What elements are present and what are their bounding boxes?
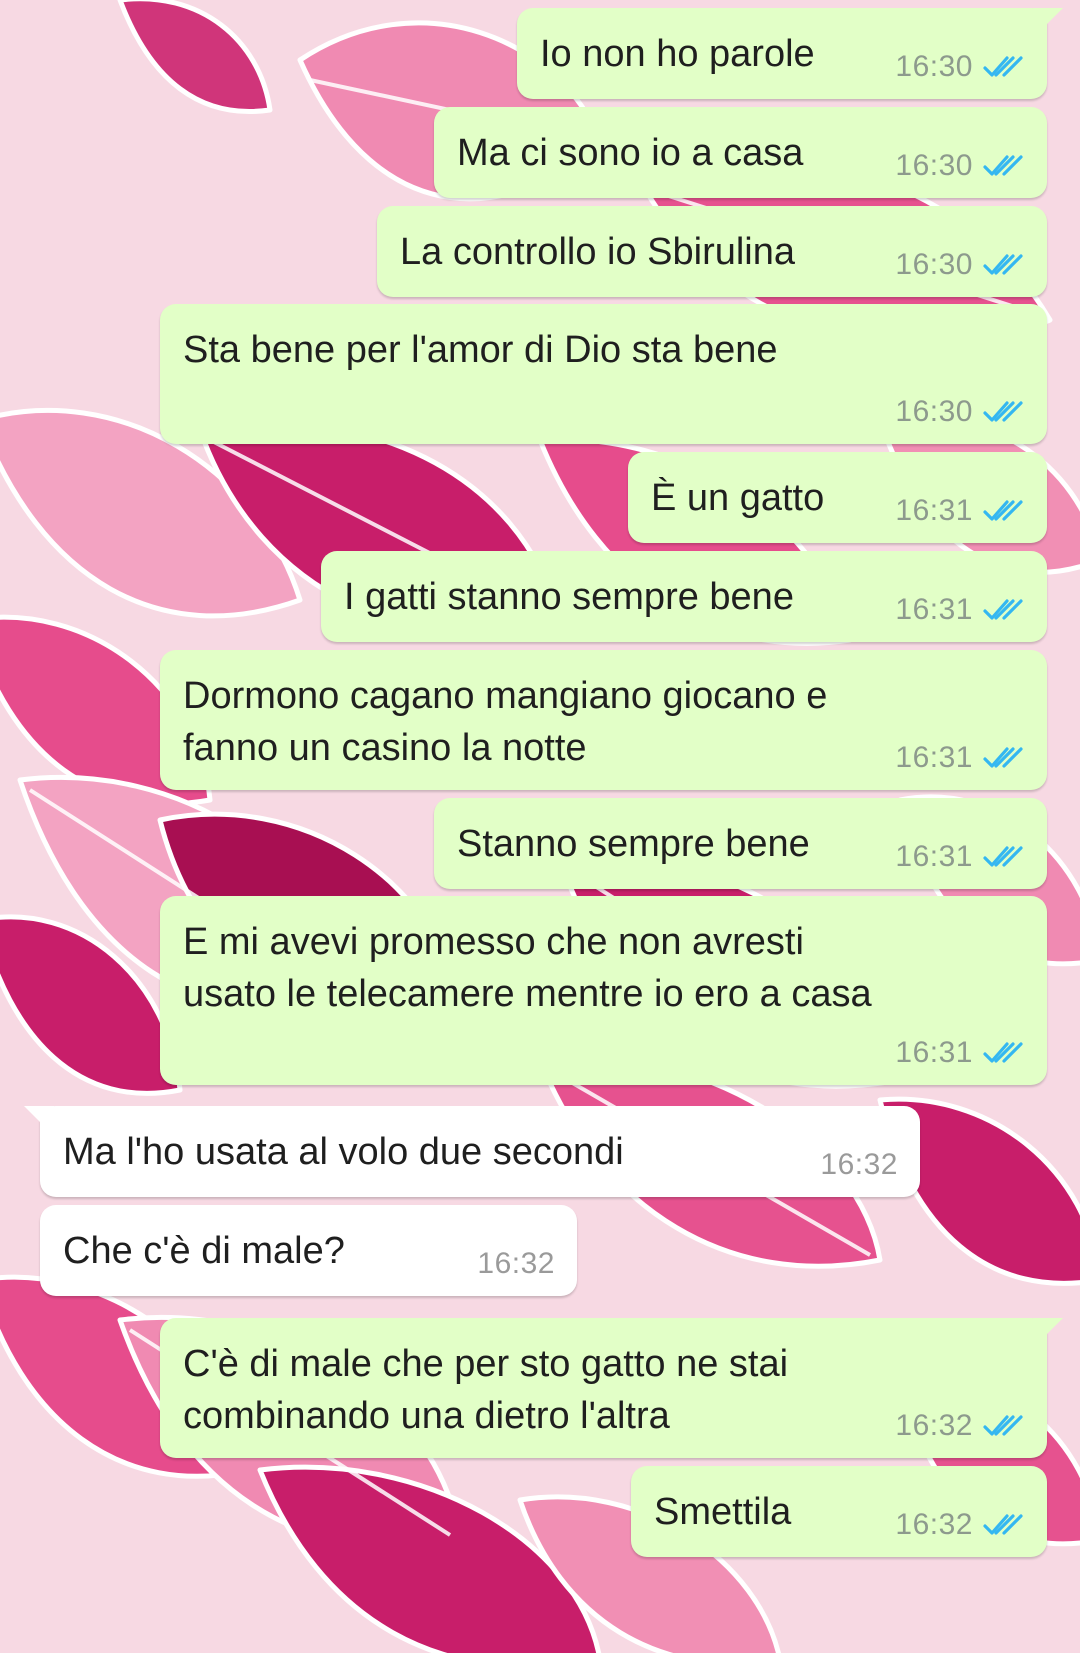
outgoing-message-bubble[interactable]: È un gatto 16:31 — [628, 452, 1047, 543]
message-meta: 16:31 — [895, 590, 1025, 630]
outgoing-message-bubble[interactable]: Ma ci sono io a casa 16:30 — [434, 107, 1047, 198]
message-timestamp: 16:31 — [895, 1036, 973, 1069]
message-timestamp: 16:31 — [895, 840, 973, 873]
outgoing-message-bubble[interactable]: C'è di male che per sto gatto ne stai co… — [160, 1318, 1047, 1458]
outgoing-message-bubble[interactable]: E mi avevi promesso che non avresti usat… — [160, 896, 1047, 1085]
double-check-icon — [983, 54, 1025, 80]
outgoing-message-bubble[interactable]: Stanno sempre bene 16:31 — [434, 798, 1047, 889]
message-timestamp: 16:30 — [895, 50, 973, 83]
double-check-icon — [983, 153, 1025, 179]
message-timestamp: 16:32 — [895, 1508, 973, 1541]
message-timestamp: 16:32 — [895, 1409, 973, 1442]
outgoing-message-bubble[interactable]: Io non ho parole 16:30 — [517, 8, 1047, 99]
message-text: La controllo io Sbirulina — [400, 231, 796, 273]
message-meta: 16:30 — [895, 392, 1025, 432]
message-text: Sta bene per l'amor di Dio sta bene — [183, 329, 778, 371]
message-text: I gatti stanno sempre bene — [344, 576, 794, 618]
message-text: Dormono cagano mangiano giocano e fanno … — [183, 675, 828, 769]
double-check-icon — [983, 498, 1025, 524]
outgoing-message-bubble[interactable]: La controllo io Sbirulina 16:30 — [377, 206, 1047, 297]
message-timestamp: 16:31 — [895, 593, 973, 626]
bubble-tail — [24, 1106, 54, 1134]
message-meta: 16:32 — [895, 1406, 1025, 1446]
message-meta: 16:30 — [895, 47, 1025, 87]
double-check-icon — [983, 399, 1025, 425]
outgoing-message-bubble[interactable]: Sta bene per l'amor di Dio sta bene 16:30 — [160, 304, 1047, 444]
message-text: Ma l'ho usata al volo due secondi — [63, 1131, 624, 1173]
outgoing-message-bubble[interactable]: I gatti stanno sempre bene 16:31 — [321, 551, 1047, 642]
outgoing-message-bubble[interactable]: Smettila 16:32 — [631, 1466, 1047, 1557]
message-text: Io non ho parole — [540, 33, 815, 75]
message-timestamp: 16:31 — [895, 741, 973, 774]
message-meta: 16:30 — [895, 146, 1025, 186]
message-timestamp: 16:30 — [895, 395, 973, 428]
message-text: Che c'è di male? — [63, 1230, 345, 1272]
double-check-icon — [983, 745, 1025, 771]
double-check-icon — [983, 1413, 1025, 1439]
message-text: Smettila — [654, 1491, 792, 1533]
incoming-message-bubble[interactable]: Ma l'ho usata al volo due secondi 16:32 — [40, 1106, 920, 1197]
message-meta: 16:32 — [477, 1244, 555, 1284]
message-text: Ma ci sono io a casa — [457, 132, 804, 174]
double-check-icon — [983, 597, 1025, 623]
incoming-message-bubble[interactable]: Che c'è di male? 16:32 — [40, 1205, 577, 1296]
message-text: È un gatto — [651, 477, 825, 519]
message-meta: 16:32 — [820, 1145, 898, 1185]
double-check-icon — [983, 1040, 1025, 1066]
message-meta: 16:31 — [895, 738, 1025, 778]
message-text: Stanno sempre bene — [457, 823, 810, 865]
message-timestamp: 16:31 — [895, 494, 973, 527]
message-timestamp: 16:32 — [820, 1148, 898, 1181]
message-text: E mi avevi promesso che non avresti usat… — [183, 921, 872, 1015]
message-timestamp: 16:30 — [895, 149, 973, 182]
bubble-tail — [1033, 8, 1063, 36]
message-meta: 16:31 — [895, 491, 1025, 531]
message-timestamp: 16:30 — [895, 248, 973, 281]
outgoing-message-bubble[interactable]: Dormono cagano mangiano giocano e fanno … — [160, 650, 1047, 790]
message-meta: 16:31 — [895, 837, 1025, 877]
double-check-icon — [983, 1512, 1025, 1538]
message-meta: 16:32 — [895, 1505, 1025, 1545]
double-check-icon — [983, 844, 1025, 870]
double-check-icon — [983, 252, 1025, 278]
message-meta: 16:31 — [895, 1033, 1025, 1073]
message-text: C'è di male che per sto gatto ne stai co… — [183, 1343, 789, 1437]
bubble-tail — [1033, 1318, 1063, 1346]
message-timestamp: 16:32 — [477, 1247, 555, 1280]
message-meta: 16:30 — [895, 245, 1025, 285]
